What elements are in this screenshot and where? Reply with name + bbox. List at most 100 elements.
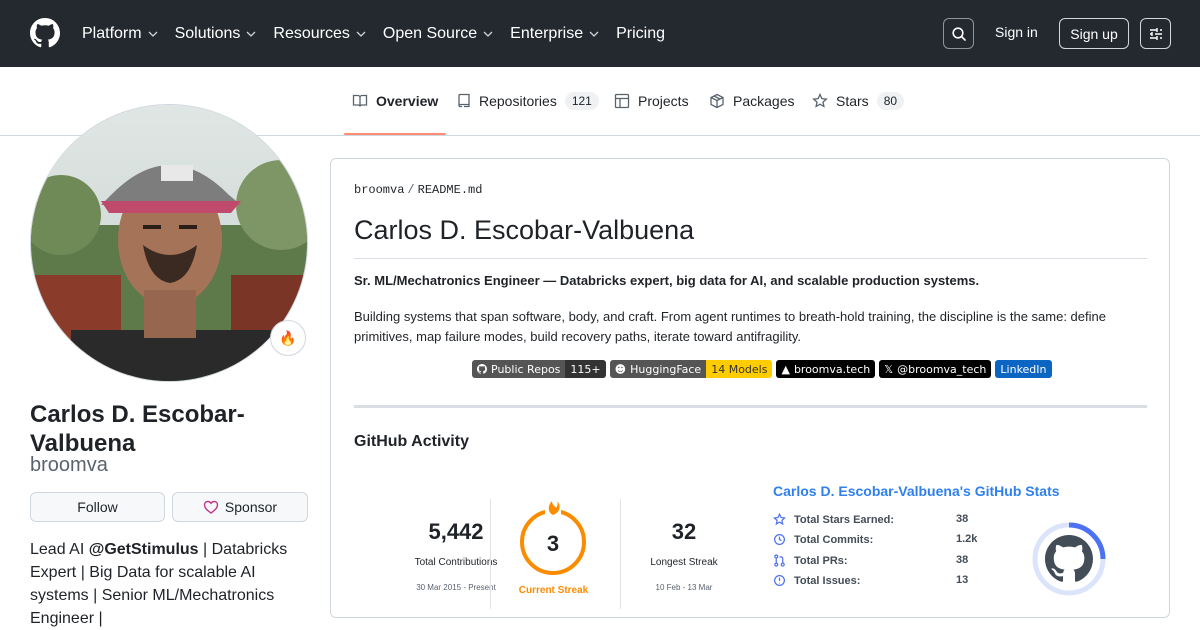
longest-streak-value: 32 [671,519,697,544]
nav-label: Enterprise [510,24,584,42]
current-streak-label: Current Streak [518,585,589,596]
badge-left: LinkedIn [995,360,1052,378]
avatar[interactable] [30,104,308,382]
main-nav: Platform Solutions Resources Open Source… [82,0,682,67]
badge-linkedin[interactable]: LinkedIn [995,360,1052,378]
chevron-down-icon [483,31,493,37]
nav-platform[interactable]: Platform [82,25,158,43]
bio-prefix: Lead AI [30,541,89,558]
total-contributions-label: Total Contributions [414,557,498,568]
badge-website[interactable]: ▲ broomva.tech [776,360,876,378]
path-separator: / [407,183,415,197]
menu-button[interactable] [1140,18,1171,49]
readme-title: Carlos D. Escobar-Valbuena [354,215,695,245]
streak-card: 5,442 Total Contributions 30 Mar 2015 - … [361,469,771,609]
pr-icon [774,554,785,567]
sponsor-label: Sponsor [224,499,278,515]
chevron-down-icon [356,31,366,37]
sign-up-button[interactable]: Sign up [1059,18,1129,49]
nav-label: Open Source [382,24,478,42]
status-emoji-button[interactable]: 🔥 [270,320,306,356]
badge-left: broomva.tech [793,362,871,376]
nav-label: Resources [273,24,350,42]
stats-value: 38 [956,554,969,566]
profile-username: broomva [30,454,108,476]
x-logo-icon: 𝕏 [884,362,894,376]
total-contributions-range: 30 Mar 2015 - Present [416,583,496,592]
book-icon [352,94,368,107]
nav-open-source[interactable]: Open Source [383,25,493,43]
github-logo-icon[interactable] [30,18,60,48]
path-file: README.md [417,183,483,197]
repo-count-badge: 121 [564,92,599,110]
stats-title: Carlos D. Escobar-Valbuena's GitHub Stat… [773,483,1060,499]
stats-label: Total Stars Earned: [794,513,895,526]
stats-label: Total PRs: [794,554,848,567]
longest-streak-range: 10 Feb - 13 Mar [655,583,713,592]
github-logo-icon [1045,535,1093,582]
hugging-face-icon: ☻ [614,362,627,376]
tab-projects[interactable]: Projects [614,67,689,135]
search-button[interactable] [943,18,974,49]
tab-packages[interactable]: Packages [709,67,794,135]
tab-label: Packages [733,93,795,109]
avatar-photo [31,105,307,381]
nav-label: Pricing [616,24,665,42]
badge-huggingface[interactable]: ☻ HuggingFace 14 Models [609,360,773,378]
nav-solutions[interactable]: Solutions [175,25,257,43]
badge-x[interactable]: 𝕏 @broomva_tech [879,360,992,378]
sponsor-button[interactable]: Sponsor [172,492,308,522]
stats-rank-ring [1032,522,1106,596]
stats-row: Total PRs: [773,554,848,567]
follow-button[interactable]: Follow [30,492,165,522]
profile-bio: Lead AI @GetStimulus | Databricks Expert… [30,538,308,630]
sign-in-link[interactable]: Sign in [995,24,1038,40]
repo-icon [458,93,470,108]
readme-lead: Sr. ML/Mechatronics Engineer — Databrick… [354,273,980,288]
tab-label: Repositories [479,93,557,109]
star-icon [812,93,828,108]
stats-row: Total Stars Earned: [773,513,894,526]
readme-description: Building systems that span software, bod… [354,309,1106,344]
longest-streak-label: Longest Streak [650,557,718,568]
readme-path: broomva / README.md [354,183,482,197]
stats-value: 13 [956,574,969,586]
package-icon [710,93,724,109]
nav-label: Platform [82,24,142,42]
tab-label: Overview [376,93,439,109]
divider [354,258,1147,259]
section-divider [354,405,1147,408]
tab-stars[interactable]: Stars 80 [812,67,905,135]
top-header: Platform Solutions Resources Open Source… [0,0,1200,67]
badge-public-repos[interactable]: Public Repos 115+ [472,360,606,378]
tab-overview[interactable]: Overview [343,67,447,135]
profile-full-name: Carlos D. Escobar-Valbuena [30,401,245,457]
commit-icon [774,534,785,545]
badge-left: Public Repos [491,362,561,376]
path-owner[interactable]: broomva [354,183,404,197]
stats-label: Total Issues: [794,574,861,587]
stats-row: Total Issues: [773,574,860,587]
stars-count-badge: 80 [876,92,905,110]
badge-row: Public Repos 115+ ☻ HuggingFace 14 Models… [472,360,1052,378]
table-icon [614,93,630,109]
current-streak-value: 3 [546,531,560,556]
stats-value: 38 [956,513,969,525]
github-logo-icon [477,364,487,374]
tab-repositories[interactable]: Repositories 121 [457,67,599,135]
sliders-icon [1149,27,1162,40]
search-icon [951,26,966,41]
chevron-down-icon [589,31,599,37]
bio-org-link[interactable]: @GetStimulus [89,541,199,558]
heart-icon [203,500,219,514]
nav-pricing[interactable]: Pricing [616,25,665,43]
activity-heading: GitHub Activity [354,433,469,450]
stats-value: 1.2k [956,533,978,545]
nav-resources[interactable]: Resources [273,24,366,43]
vercel-triangle-icon: ▲ [781,362,790,376]
chevron-down-icon [148,31,158,37]
nav-label: Solutions [174,24,241,42]
nav-enterprise[interactable]: Enterprise [510,25,599,43]
badge-right: 14 Models [706,360,773,378]
badge-left: @broomva_tech [897,362,987,376]
